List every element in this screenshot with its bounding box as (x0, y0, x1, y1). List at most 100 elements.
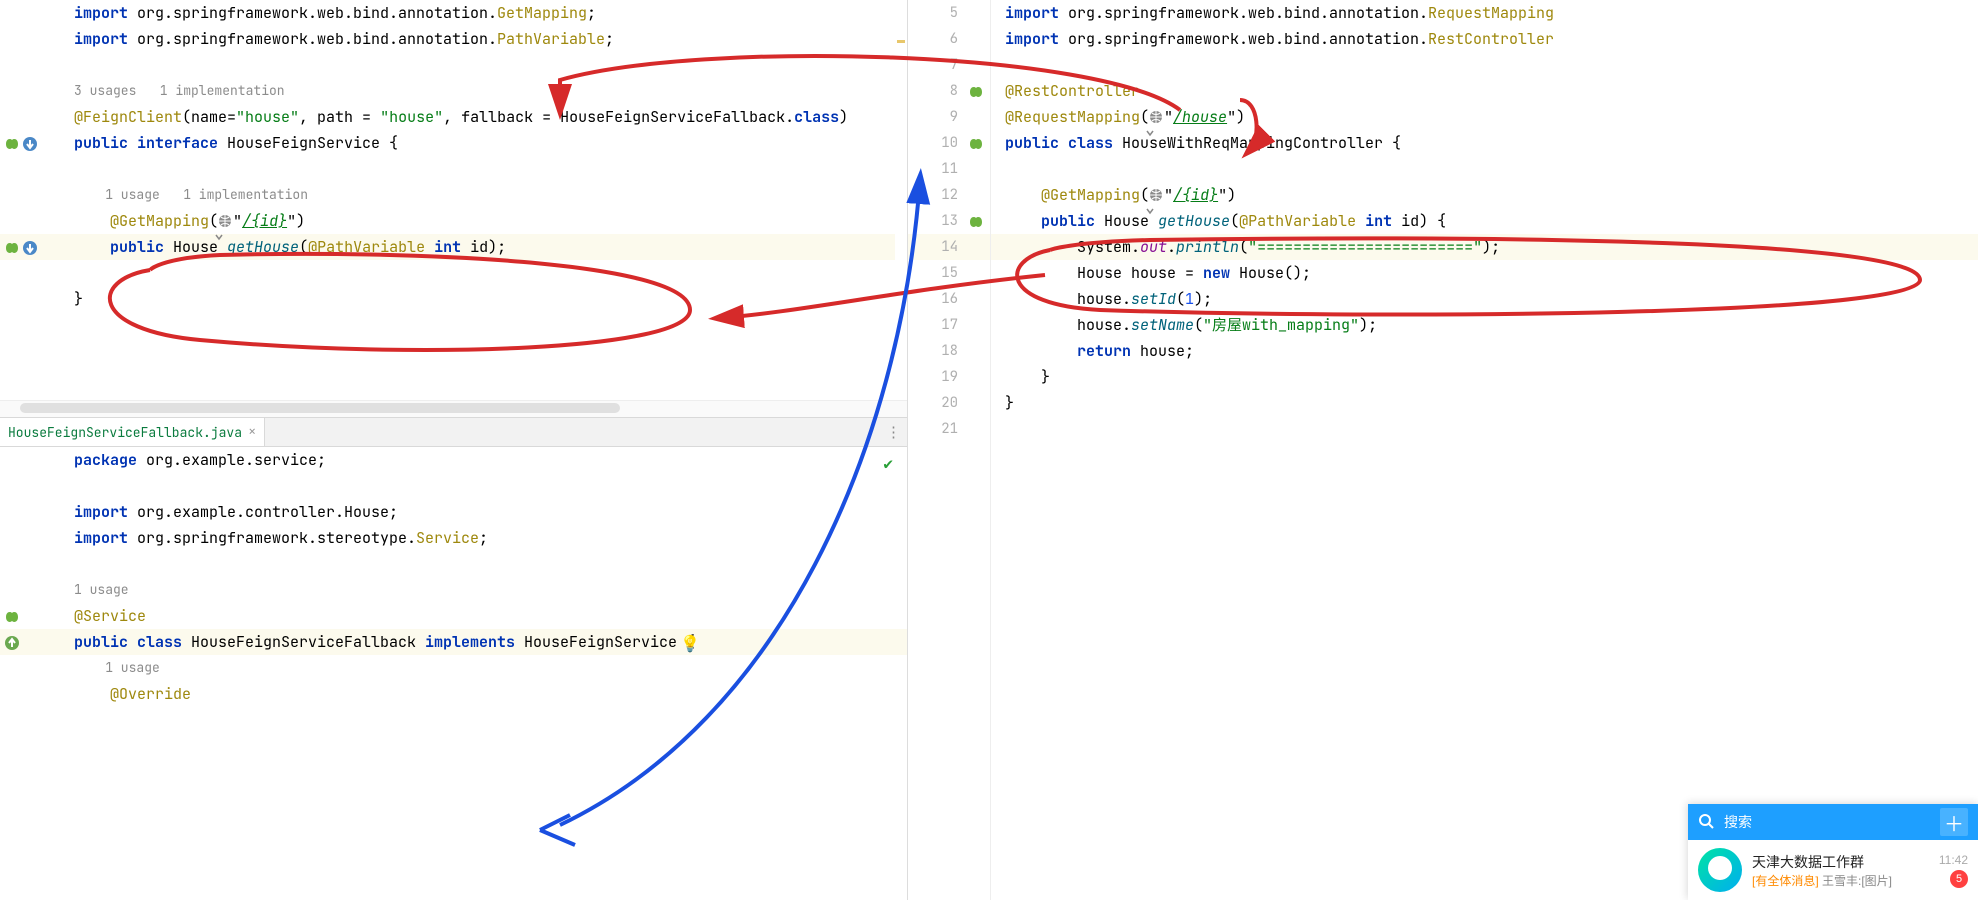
code-line[interactable]: @GetMapping("/{id}") (991, 182, 1978, 208)
code-line[interactable]: House house = new House(); (991, 260, 1978, 286)
override-down-icon[interactable] (22, 135, 38, 151)
code-line[interactable]: @RestController (991, 78, 1978, 104)
bean-icon[interactable] (968, 136, 984, 152)
gutter-line[interactable] (0, 78, 60, 104)
code-line[interactable]: import org.springframework.web.bind.anno… (991, 26, 1978, 52)
code-line[interactable] (60, 52, 907, 78)
line-number[interactable]: 14 (908, 234, 990, 260)
code-line[interactable]: public House getHouse(@PathVariable int … (60, 234, 907, 260)
code-line[interactable]: import org.springframework.stereotype.Se… (60, 525, 907, 551)
code-line[interactable]: house.setId(1); (991, 286, 1978, 312)
line-number[interactable]: 8 (908, 78, 990, 104)
line-number[interactable]: 6 (908, 26, 990, 52)
line-number[interactable]: 16 (908, 286, 990, 312)
line-number[interactable]: 12 (908, 182, 990, 208)
bean-icon[interactable] (968, 84, 984, 100)
code-line[interactable]: public interface HouseFeignService { (60, 130, 907, 156)
code-line[interactable]: @Service (60, 603, 907, 629)
code-line[interactable]: import org.springframework.web.bind.anno… (991, 0, 1978, 26)
bean-icon[interactable] (4, 135, 20, 151)
gutter[interactable]: 56789101112131415161718192021 (908, 0, 991, 900)
chat-search-input[interactable] (1722, 813, 1932, 831)
gutter-line[interactable] (0, 629, 60, 655)
editor-feign-interface[interactable]: import org.springframework.web.bind.anno… (0, 0, 907, 400)
code-area[interactable]: import org.springframework.web.bind.anno… (60, 0, 907, 400)
code-line[interactable]: @GetMapping("/{id}") (60, 208, 907, 234)
line-number[interactable]: 18 (908, 338, 990, 364)
chat-search-bar[interactable]: ＋ (1688, 804, 1978, 840)
gutter[interactable] (0, 0, 60, 400)
editor-controller[interactable]: 56789101112131415161718192021 import org… (908, 0, 1978, 900)
code-line[interactable] (60, 473, 907, 499)
gutter-line[interactable] (0, 499, 60, 525)
code-line[interactable]: public House getHouse(@PathVariable int … (991, 208, 1978, 234)
line-number[interactable]: 7 (908, 52, 990, 78)
code-line[interactable]: } (991, 390, 1978, 416)
gutter-line[interactable] (0, 603, 60, 629)
line-number[interactable]: 11 (908, 156, 990, 182)
code-line[interactable]: import org.example.controller.House; (60, 499, 907, 525)
code-line[interactable]: import org.springframework.web.bind.anno… (60, 0, 907, 26)
gutter-line[interactable] (0, 473, 60, 499)
code-line[interactable] (60, 260, 907, 286)
chat-item[interactable]: 天津大数据工作群 [有全体消息] 王雪丰:[图片] 11:42 5 (1688, 840, 1978, 900)
gutter-line[interactable] (0, 286, 60, 312)
tab-bar[interactable]: HouseFeignServiceFallback.java × ⋮ (0, 417, 907, 447)
code-line[interactable] (991, 52, 1978, 78)
gutter-line[interactable] (0, 655, 60, 681)
gutter-line[interactable] (0, 156, 60, 182)
gutter-line[interactable] (0, 525, 60, 551)
code-line[interactable] (991, 156, 1978, 182)
code-line[interactable] (60, 551, 907, 577)
horizontal-scrollbar[interactable] (0, 400, 907, 417)
code-line[interactable]: } (991, 364, 1978, 390)
chat-add-button[interactable]: ＋ (1940, 808, 1968, 836)
code-line[interactable] (60, 156, 907, 182)
gutter-line[interactable] (0, 208, 60, 234)
code-line[interactable]: return house; (991, 338, 1978, 364)
chat-popup[interactable]: ＋ 天津大数据工作群 [有全体消息] 王雪丰:[图片] 11:42 5 (1688, 804, 1978, 900)
tab-fallback-file[interactable]: HouseFeignServiceFallback.java × (0, 418, 265, 446)
bean-icon[interactable] (4, 608, 20, 624)
marker-bar[interactable] (895, 0, 907, 400)
inlay-hint[interactable]: 1 usage 1 implementation (60, 182, 907, 208)
line-number[interactable]: 9 (908, 104, 990, 130)
line-number[interactable]: 20 (908, 390, 990, 416)
line-number[interactable]: 13 (908, 208, 990, 234)
code-line[interactable]: public class HouseWithReqMappingControll… (991, 130, 1978, 156)
gutter-line[interactable] (0, 234, 60, 260)
line-number[interactable]: 21 (908, 416, 990, 442)
gutter-line[interactable] (0, 551, 60, 577)
inlay-hint[interactable]: 1 usage (60, 655, 907, 681)
code-line[interactable] (991, 416, 1978, 442)
gutter-line[interactable] (0, 52, 60, 78)
code-area[interactable]: import org.springframework.web.bind.anno… (991, 0, 1978, 900)
code-line[interactable]: public class HouseFeignServiceFallback i… (60, 629, 907, 655)
code-line[interactable]: package org.example.service; (60, 447, 907, 473)
line-number[interactable]: 19 (908, 364, 990, 390)
gutter-line[interactable] (0, 447, 60, 473)
scrollbar-thumb[interactable] (20, 403, 620, 413)
code-line[interactable]: @Override (60, 681, 907, 707)
code-line[interactable]: System.out.println("====================… (991, 234, 1978, 260)
code-area[interactable]: ✔ package org.example.service; import or… (60, 447, 907, 900)
line-number[interactable]: 5 (908, 0, 990, 26)
gutter-line[interactable] (0, 577, 60, 603)
tab-close-icon[interactable]: × (248, 423, 256, 441)
code-line[interactable]: house.setName("房屋with_mapping"); (991, 312, 1978, 338)
gutter-line[interactable] (0, 260, 60, 286)
marker-warning[interactable] (897, 40, 905, 43)
override-down-icon[interactable] (22, 239, 38, 255)
inlay-hint[interactable]: 3 usages 1 implementation (60, 78, 907, 104)
line-number[interactable]: 10 (908, 130, 990, 156)
editor-fallback-class[interactable]: ✔ package org.example.service; import or… (0, 447, 907, 900)
code-line[interactable]: } (60, 286, 907, 312)
inlay-hint[interactable]: 1 usage (60, 577, 907, 603)
tab-menu-icon[interactable]: ⋮ (886, 422, 901, 442)
code-line[interactable]: import org.springframework.web.bind.anno… (60, 26, 907, 52)
gutter-line[interactable] (0, 0, 60, 26)
gutter-line[interactable] (0, 681, 60, 707)
gutter-line[interactable] (0, 26, 60, 52)
gutter[interactable] (0, 447, 60, 900)
bean-icon[interactable] (968, 214, 984, 230)
